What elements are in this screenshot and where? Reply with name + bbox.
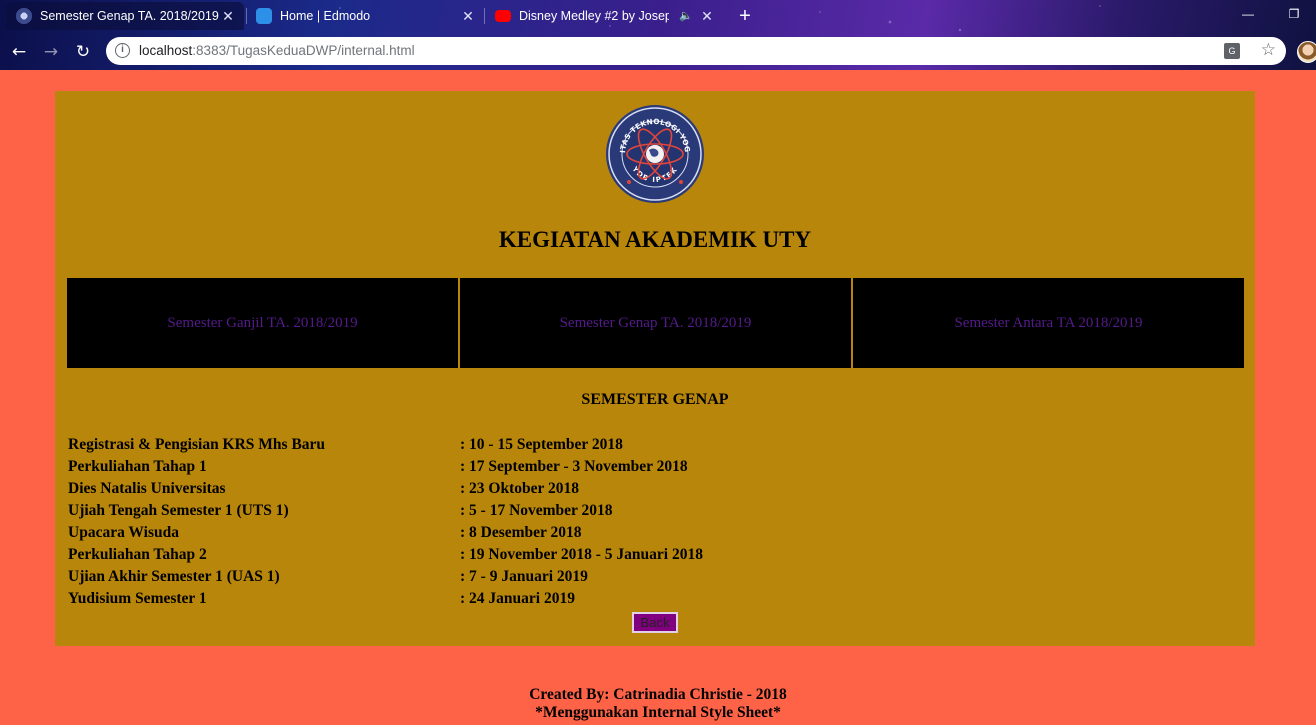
youtube-favicon-icon [495,10,511,22]
tab-title: Disney Medley #2 by Joseph [519,9,669,23]
page-title: KEGIATAN AKADEMIK UTY [498,227,812,252]
table-row: Perkuliahan Tahap 1 : 17 September - 3 No… [66,456,705,478]
date-cell: : 19 November 2018 - 5 Januari 2018 [460,546,703,563]
browser-toolbar: ← → ↻ i localhost:8383/TugasKeduaDWP/int… [0,33,1316,70]
bookmark-star-icon[interactable]: ☆ [1261,40,1276,60]
address-bar[interactable]: i localhost:8383/TugasKeduaDWP/internal.… [106,37,1286,65]
edmodo-favicon-icon [256,8,272,24]
date-cell: : 10 - 15 September 2018 [460,436,623,453]
url-text[interactable]: localhost:8383/TugasKeduaDWP/internal.ht… [139,43,415,58]
activity-cell: Ujiah Tengah Semester 1 (UTS 1) [68,502,289,519]
translate-icon[interactable]: G [1224,43,1240,59]
browser-chrome: Semester Genap TA. 2018/2019 ✕ Home | Ed… [0,0,1316,70]
site-info-icon[interactable]: i [115,43,130,58]
schedule-table: Registrasi & Pengisian KRS Mhs Baru : 10 … [66,434,705,610]
tab-semester-genap[interactable]: Semester Genap TA. 2018/2019 ✕ [6,2,244,30]
date-cell: : 7 - 9 Januari 2019 [460,568,588,585]
footer-credit: Created By: Catrinadia Christie - 2018 [529,686,787,703]
main-container: UNIVERSITAS TEKNOLOGI YOGYAKARTA YDB IPT… [55,91,1255,646]
close-tab-icon[interactable]: ✕ [220,8,236,24]
table-row: Ujiah Tengah Semester 1 (UTS 1) : 5 - 17 … [66,500,705,522]
table-row: Dies Natalis Universitas : 23 Oktober 201… [66,478,705,500]
new-tab-button[interactable]: + [733,4,757,28]
close-tab-icon[interactable]: ✕ [699,8,715,24]
close-tab-icon[interactable]: ✕ [460,8,476,24]
date-cell: : 24 Januari 2019 [460,590,575,607]
table-row: Upacara Wisuda : 8 Desember 2018 [66,522,705,544]
uty-favicon-icon [16,8,32,24]
reload-icon[interactable]: ↻ [72,41,94,63]
semester-nav: Semester Ganjil TA. 2018/2019 Semester G… [67,278,1244,368]
back-arrow-icon[interactable]: ← [8,41,30,63]
nav-link-semester-genap[interactable]: Semester Genap TA. 2018/2019 [460,278,851,368]
forward-arrow-icon[interactable]: → [40,41,62,63]
url-host: localhost [139,43,193,58]
tab-disney-medley[interactable]: Disney Medley #2 by Joseph 🔈 ✕ [485,2,723,30]
audio-playing-icon[interactable]: 🔈 [679,9,693,22]
tab-strip: Semester Genap TA. 2018/2019 ✕ Home | Ed… [0,0,1316,32]
section-title: SEMESTER GENAP [581,391,729,408]
date-cell: : 17 September - 3 November 2018 [460,458,688,475]
profile-avatar[interactable] [1297,41,1316,63]
date-cell: : 8 Desember 2018 [460,524,582,541]
restore-window-button[interactable]: ❐ [1282,4,1306,24]
table-row: Yudisium Semester 1 : 24 Januari 2019 [66,588,705,610]
page-footer: Created By: Catrinadia Christie - 2018 *… [0,686,1316,722]
activity-cell: Dies Natalis Universitas [68,480,226,497]
tab-title: Semester Genap TA. 2018/2019 [40,9,219,23]
table-row: Perkuliahan Tahap 2 : 19 November 2018 - … [66,544,705,566]
tab-title: Home | Edmodo [280,9,371,23]
date-cell: : 23 Oktober 2018 [460,480,579,497]
footer-note: *Menggunakan Internal Style Sheet* [535,704,781,721]
date-cell: : 5 - 17 November 2018 [460,502,613,519]
table-row: Ujian Akhir Semester 1 (UAS 1) : 7 - 9 Ja… [66,566,705,588]
activity-cell: Upacara Wisuda [68,524,179,541]
table-row: Registrasi & Pengisian KRS Mhs Baru : 10 … [66,434,705,456]
activity-cell: Registrasi & Pengisian KRS Mhs Baru [68,436,326,453]
nav-link-semester-antara[interactable]: Semester Antara TA 2018/2019 [853,278,1244,368]
minimize-window-button[interactable]: — [1236,4,1260,24]
uty-logo: UNIVERSITAS TEKNOLOGI YOGYAKARTA YDB IPT… [602,97,705,204]
nav-link-semester-ganjil[interactable]: Semester Ganjil TA. 2018/2019 [67,278,458,368]
activity-cell: Perkuliahan Tahap 1 [68,458,207,475]
activity-cell: Ujian Akhir Semester 1 (UAS 1) [68,568,280,585]
back-button[interactable]: Back [632,612,678,633]
activity-cell: Perkuliahan Tahap 2 [68,546,207,563]
tab-edmodo[interactable]: Home | Edmodo ✕ [246,2,484,30]
activity-cell: Yudisium Semester 1 [68,590,207,607]
url-path: :8383/TugasKeduaDWP/internal.html [192,43,415,58]
